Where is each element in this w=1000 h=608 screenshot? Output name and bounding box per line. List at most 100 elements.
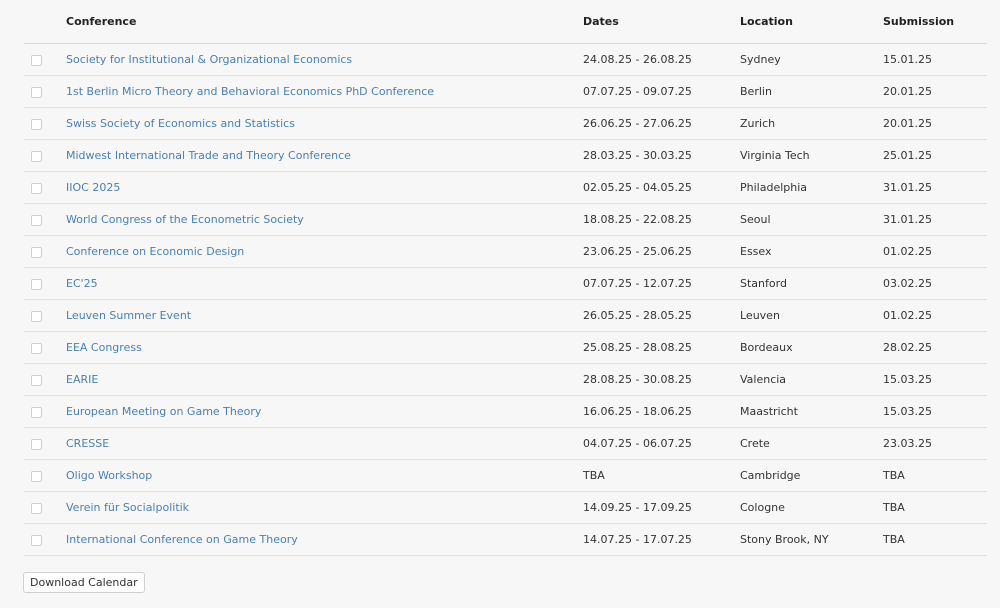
- conference-link[interactable]: Conference on Economic Design: [66, 245, 244, 258]
- row-select-cell: [24, 363, 66, 396]
- row-checkbox[interactable]: [31, 342, 42, 354]
- conference-cell: IIOC 2025: [66, 171, 583, 204]
- row-select-cell: [24, 171, 66, 204]
- row-checkbox[interactable]: [31, 502, 42, 514]
- conference-link[interactable]: EC'25: [66, 277, 98, 290]
- dates-cell: 26.06.25 - 27.06.25: [583, 107, 740, 140]
- dates-cell: 28.08.25 - 30.08.25: [583, 363, 740, 396]
- row-checkbox[interactable]: [31, 534, 42, 546]
- row-checkbox[interactable]: [31, 438, 42, 450]
- table-row: Oligo Workshop TBA Cambridge TBA: [24, 459, 987, 492]
- location-cell: Zurich: [740, 107, 883, 140]
- row-checkbox[interactable]: [31, 310, 42, 322]
- conference-link[interactable]: EEA Congress: [66, 341, 142, 354]
- table-row: Society for Institutional & Organization…: [24, 43, 987, 76]
- conference-link[interactable]: EARIE: [66, 373, 98, 386]
- location-cell: Seoul: [740, 203, 883, 236]
- row-select-cell: [24, 523, 66, 556]
- table-row: IIOC 2025 02.05.25 - 04.05.25 Philadelphia…: [24, 171, 987, 204]
- location-cell: Virginia Tech: [740, 139, 883, 172]
- conference-link[interactable]: 1st Berlin Micro Theory and Behavioral E…: [66, 85, 434, 98]
- row-checkbox[interactable]: [31, 278, 42, 290]
- table-body: Society for Institutional & Organization…: [24, 43, 987, 556]
- row-checkbox[interactable]: [31, 150, 42, 162]
- table-row: International Conference on Game Theory 1…: [24, 523, 987, 556]
- row-select-cell: [24, 139, 66, 172]
- row-select-cell: [24, 107, 66, 140]
- submission-cell: 31.01.25: [883, 203, 987, 236]
- conference-cell: CRESSE: [66, 427, 583, 460]
- location-cell: Maastricht: [740, 395, 883, 428]
- table-row: European Meeting on Game Theory 16.06.25 …: [24, 395, 987, 428]
- location-cell: Leuven: [740, 299, 883, 332]
- submission-cell: TBA: [883, 459, 987, 492]
- dates-cell: 07.07.25 - 12.07.25: [583, 267, 740, 300]
- conference-link[interactable]: IIOC 2025: [66, 181, 120, 194]
- row-checkbox[interactable]: [31, 86, 42, 98]
- location-cell: Berlin: [740, 75, 883, 108]
- location-cell: Bordeaux: [740, 331, 883, 364]
- conference-cell: Leuven Summer Event: [66, 299, 583, 332]
- row-checkbox[interactable]: [31, 246, 42, 258]
- table-row: 1st Berlin Micro Theory and Behavioral E…: [24, 75, 987, 108]
- conference-cell: Oligo Workshop: [66, 459, 583, 492]
- row-select-cell: [24, 43, 66, 76]
- row-select-cell: [24, 427, 66, 460]
- dates-cell: 18.08.25 - 22.08.25: [583, 203, 740, 236]
- conference-link[interactable]: Leuven Summer Event: [66, 309, 191, 322]
- submission-cell: TBA: [883, 523, 987, 556]
- conference-link[interactable]: World Congress of the Econometric Societ…: [66, 213, 304, 226]
- conference-cell: World Congress of the Econometric Societ…: [66, 203, 583, 236]
- row-checkbox[interactable]: [31, 406, 42, 418]
- conference-link[interactable]: International Conference on Game Theory: [66, 533, 298, 546]
- location-cell: Cologne: [740, 491, 883, 524]
- table-row: Swiss Society of Economics and Statistic…: [24, 107, 987, 140]
- submission-cell: 01.02.25: [883, 235, 987, 268]
- dates-cell: 25.08.25 - 28.08.25: [583, 331, 740, 364]
- row-checkbox[interactable]: [31, 470, 42, 482]
- dates-cell: 07.07.25 - 09.07.25: [583, 75, 740, 108]
- conference-cell: Midwest International Trade and Theory C…: [66, 139, 583, 172]
- conference-cell: Conference on Economic Design: [66, 235, 583, 268]
- row-select-cell: [24, 395, 66, 428]
- conference-link[interactable]: Midwest International Trade and Theory C…: [66, 149, 351, 162]
- location-cell: Stanford: [740, 267, 883, 300]
- conference-link[interactable]: Swiss Society of Economics and Statistic…: [66, 117, 295, 130]
- conference-link[interactable]: Society for Institutional & Organization…: [66, 53, 352, 66]
- header-submission: Submission: [883, 0, 987, 44]
- conference-link[interactable]: Oligo Workshop: [66, 469, 152, 482]
- conference-cell: European Meeting on Game Theory: [66, 395, 583, 428]
- conference-link[interactable]: CRESSE: [66, 437, 109, 450]
- table-row: Conference on Economic Design 23.06.25 - …: [24, 235, 987, 268]
- conference-cell: Verein für Socialpolitik: [66, 491, 583, 524]
- submission-cell: 03.02.25: [883, 267, 987, 300]
- row-checkbox[interactable]: [31, 118, 42, 130]
- table-row: World Congress of the Econometric Societ…: [24, 203, 987, 236]
- header-conference: Conference: [66, 0, 583, 44]
- table-row: Leuven Summer Event 26.05.25 - 28.05.25 Le…: [24, 299, 987, 332]
- conference-link[interactable]: Verein für Socialpolitik: [66, 501, 189, 514]
- submission-cell: 23.03.25: [883, 427, 987, 460]
- dates-cell: 14.09.25 - 17.09.25: [583, 491, 740, 524]
- conference-link[interactable]: European Meeting on Game Theory: [66, 405, 261, 418]
- row-checkbox[interactable]: [31, 214, 42, 226]
- submission-cell: 25.01.25: [883, 139, 987, 172]
- header-dates: Dates: [583, 0, 740, 44]
- table-row: Midwest International Trade and Theory C…: [24, 139, 987, 172]
- row-checkbox[interactable]: [31, 374, 42, 386]
- conference-table: Conference Dates Location Submission Soc…: [24, 0, 987, 556]
- dates-cell: 23.06.25 - 25.06.25: [583, 235, 740, 268]
- row-select-cell: [24, 459, 66, 492]
- row-checkbox[interactable]: [31, 182, 42, 194]
- dates-cell: 16.06.25 - 18.06.25: [583, 395, 740, 428]
- conference-cell: Swiss Society of Economics and Statistic…: [66, 107, 583, 140]
- header-location: Location: [740, 0, 883, 44]
- row-checkbox[interactable]: [31, 54, 42, 66]
- dates-cell: 28.03.25 - 30.03.25: [583, 139, 740, 172]
- location-cell: Stony Brook, NY: [740, 523, 883, 556]
- submission-cell: 20.01.25: [883, 75, 987, 108]
- download-calendar-button[interactable]: Download Calendar: [23, 572, 145, 593]
- conference-cell: EEA Congress: [66, 331, 583, 364]
- table-header-row: Conference Dates Location Submission: [24, 0, 987, 44]
- dates-cell: 14.07.25 - 17.07.25: [583, 523, 740, 556]
